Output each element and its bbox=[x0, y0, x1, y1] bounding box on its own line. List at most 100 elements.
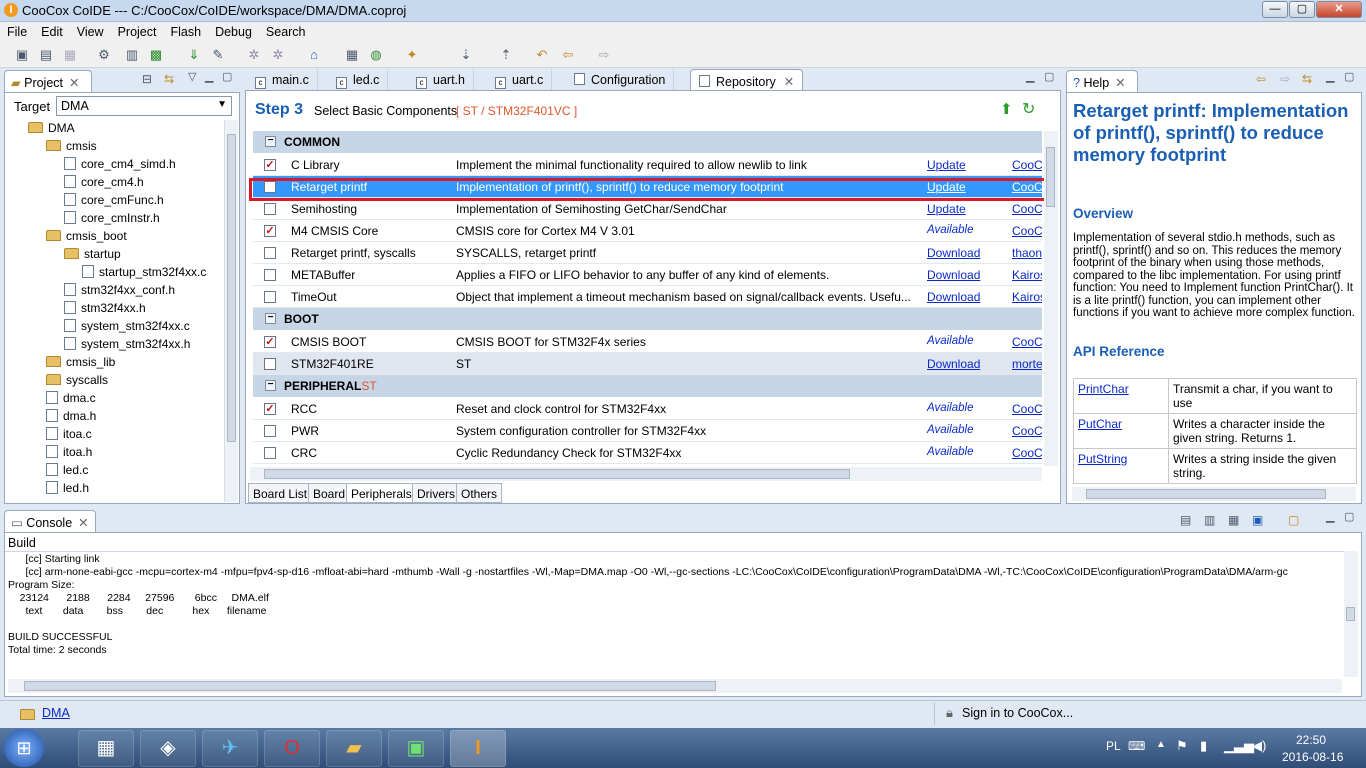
menu-debug[interactable]: Debug bbox=[208, 22, 259, 42]
taskbar-bird-app-icon[interactable]: ✈ bbox=[202, 730, 258, 767]
component-checkbox[interactable] bbox=[264, 269, 276, 281]
table-row[interactable]: ✓ RCC Reset and clock control for STM32F4x… bbox=[253, 398, 1042, 420]
scroll-lock-icon[interactable]: ▥ bbox=[1204, 513, 1215, 527]
table-row[interactable]: METABuffer Applies a FIFO or LIFO behavio… bbox=[253, 264, 1042, 286]
menu-file[interactable]: File bbox=[0, 22, 34, 42]
section-header[interactable]: − PERIPHERALST bbox=[253, 375, 1042, 397]
next-annotation-icon[interactable]: ⇣ bbox=[458, 47, 474, 63]
minimize-help-icon[interactable]: ▁ bbox=[1326, 70, 1334, 83]
download-icon[interactable]: ⇓ bbox=[186, 47, 202, 63]
menu-search[interactable]: Search bbox=[259, 22, 313, 42]
component-checkbox[interactable]: ✓ bbox=[264, 336, 276, 348]
editor-tab-repository[interactable]: Repository ✕ bbox=[690, 69, 804, 90]
forward-icon[interactable]: ⇨ bbox=[1280, 72, 1290, 86]
component-checkbox[interactable] bbox=[264, 291, 276, 303]
tray-expand-icon[interactable]: ▲ bbox=[1156, 739, 1166, 750]
pin-console-icon[interactable]: ▦ bbox=[1228, 513, 1239, 527]
table-row[interactable]: CRC Cyclic Redundancy Check for STM32F4xx… bbox=[253, 442, 1042, 464]
volume-icon[interactable]: ◀) bbox=[1252, 738, 1266, 754]
link-editor-icon[interactable]: ⇆ bbox=[164, 72, 174, 86]
table-row[interactable]: ✓ CMSIS BOOT CMSIS BOOT for STM32F4x serie… bbox=[253, 331, 1042, 353]
menu-project[interactable]: Project bbox=[111, 22, 164, 42]
open-console-icon[interactable]: ▢ bbox=[1288, 513, 1299, 527]
battery-icon[interactable]: ▮ bbox=[1200, 738, 1207, 754]
repo-tab-board-list[interactable]: Board List bbox=[248, 483, 313, 503]
component-author[interactable]: CooCox bbox=[1012, 402, 1042, 416]
component-action[interactable]: Download bbox=[927, 357, 980, 371]
editor-tab-main-c[interactable]: c main.c bbox=[247, 69, 318, 90]
editor-tab-uart-h[interactable]: c uart.h bbox=[408, 69, 474, 90]
component-action[interactable]: Update bbox=[927, 202, 966, 216]
tree-file[interactable]: dma.c bbox=[46, 391, 96, 405]
section-header[interactable]: − COMMON bbox=[253, 131, 1042, 153]
component-checkbox[interactable]: ✓ bbox=[264, 403, 276, 415]
tree-folder[interactable]: DMA bbox=[28, 121, 75, 135]
table-row[interactable]: TimeOut Object that implement a timeout m… bbox=[253, 286, 1042, 308]
home-icon[interactable]: ⌂ bbox=[306, 47, 322, 63]
minimize-editor-icon[interactable]: ▁ bbox=[1026, 70, 1034, 83]
component-checkbox[interactable] bbox=[264, 358, 276, 370]
maximize-editor-icon[interactable]: ▢ bbox=[1044, 70, 1054, 83]
flag-icon[interactable]: ⚑ bbox=[1176, 738, 1188, 754]
tree-folder[interactable]: startup bbox=[64, 247, 121, 261]
api-link-putstring[interactable]: PutString bbox=[1078, 452, 1127, 466]
component-checkbox[interactable]: ✓ bbox=[264, 159, 276, 171]
component-author[interactable]: morte bbox=[1012, 357, 1042, 371]
taskbar-computer-icon[interactable]: ▣ bbox=[388, 730, 444, 767]
tree-file[interactable]: led.c bbox=[46, 463, 88, 477]
back-icon[interactable]: ⇦ bbox=[1256, 72, 1266, 86]
rebuild-icon[interactable]: ▩ bbox=[148, 47, 164, 63]
view-menu-icon[interactable]: ▽ bbox=[188, 70, 196, 83]
tree-scroll-thumb[interactable] bbox=[227, 134, 236, 442]
component-checkbox[interactable] bbox=[264, 447, 276, 459]
repo-tab-peripherals[interactable]: Peripherals bbox=[346, 483, 417, 503]
console-tab[interactable]: ▭ Console ✕ bbox=[4, 510, 96, 532]
last-edit-icon[interactable]: ↶ bbox=[534, 47, 550, 63]
display-console-icon[interactable]: ▣ bbox=[1252, 513, 1263, 527]
upload-icon[interactable]: ⬆ bbox=[1000, 100, 1013, 118]
component-action[interactable]: Update bbox=[927, 158, 966, 172]
collapse-icon[interactable]: − bbox=[265, 380, 276, 391]
table-row[interactable]: ✓ C Library Implement the minimal function… bbox=[253, 154, 1042, 176]
close-icon[interactable]: ✕ bbox=[69, 76, 79, 90]
keyboard-icon[interactable]: ⌨ bbox=[1128, 739, 1145, 753]
console-hscroll-thumb[interactable] bbox=[24, 681, 716, 691]
tree-folder[interactable]: cmsis_boot bbox=[46, 229, 127, 243]
component-checkbox[interactable]: ✓ bbox=[264, 225, 276, 237]
maximize-view-icon[interactable]: ▢ bbox=[222, 70, 232, 83]
collapse-icon[interactable]: − bbox=[265, 313, 276, 324]
component-author[interactable]: thaon bbox=[1012, 246, 1042, 260]
component-checkbox[interactable] bbox=[264, 203, 276, 215]
tree-file[interactable]: system_stm32f4xx.c bbox=[64, 319, 190, 333]
editor-tab-led-c[interactable]: c led.c bbox=[328, 69, 389, 90]
close-icon[interactable]: ✕ bbox=[78, 516, 88, 530]
component-action[interactable]: Download bbox=[927, 268, 980, 282]
tree-file[interactable]: itoa.h bbox=[46, 445, 92, 459]
tree-file[interactable]: itoa.c bbox=[46, 427, 92, 441]
console-vscrollbar[interactable] bbox=[1344, 551, 1358, 677]
clock-date[interactable]: 2016-08-16 bbox=[1282, 750, 1343, 764]
taskbar-network-app-icon[interactable]: ▦ bbox=[78, 730, 134, 767]
start-button[interactable]: ⊞ bbox=[4, 729, 44, 767]
api-link-printchar[interactable]: PrintChar bbox=[1078, 382, 1129, 396]
open-project-icon[interactable]: ▤ bbox=[38, 47, 54, 63]
component-action[interactable]: Download bbox=[927, 246, 980, 260]
flash-erase-icon[interactable]: ✎ bbox=[210, 47, 226, 63]
component-hscrollbar[interactable] bbox=[250, 467, 1042, 481]
component-author[interactable]: CooCox bbox=[1012, 424, 1042, 438]
tree-file[interactable]: system_stm32f4xx.h bbox=[64, 337, 190, 351]
tree-file[interactable]: core_cmFunc.h bbox=[64, 193, 164, 207]
close-icon[interactable]: ✕ bbox=[1115, 76, 1125, 90]
new-project-icon[interactable]: ▣ bbox=[14, 47, 30, 63]
wand-icon[interactable]: ✦ bbox=[404, 47, 420, 63]
table-row[interactable]: STM32F401RE ST Download morte bbox=[253, 353, 1042, 375]
menu-edit[interactable]: Edit bbox=[34, 22, 70, 42]
sync-icon[interactable]: ⇆ bbox=[1302, 72, 1312, 86]
repository-icon[interactable]: ▦ bbox=[344, 47, 360, 63]
clock-time[interactable]: 22:50 bbox=[1296, 733, 1326, 747]
build-icon[interactable]: ▥ bbox=[124, 47, 140, 63]
project-tab[interactable]: ▰ Project ✕ bbox=[4, 70, 92, 92]
help-hscroll-thumb[interactable] bbox=[1086, 489, 1326, 499]
maximize-help-icon[interactable]: ▢ bbox=[1344, 70, 1354, 83]
repo-tab-drivers[interactable]: Drivers bbox=[412, 483, 460, 503]
